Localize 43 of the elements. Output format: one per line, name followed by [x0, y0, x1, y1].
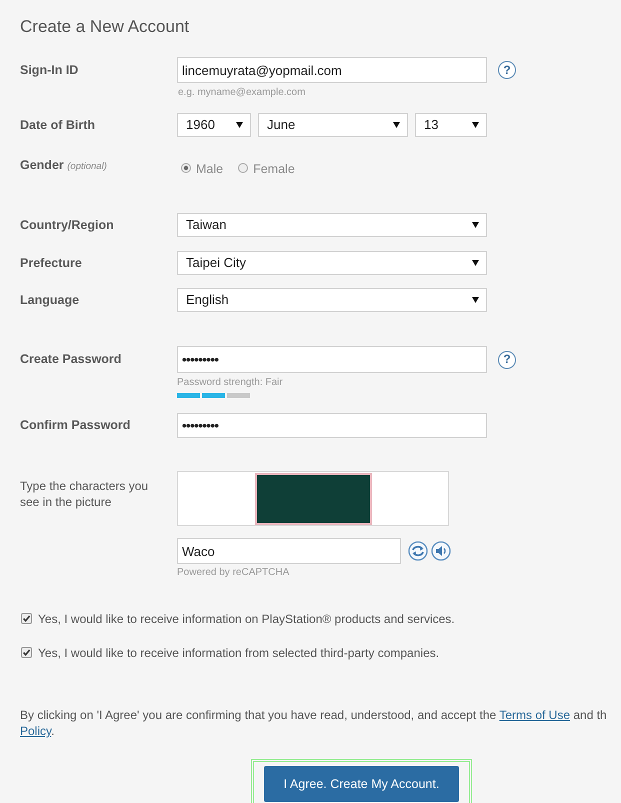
field-label: Type the characters you see in the picture: [20, 478, 150, 510]
dropdown[interactable]: June: [258, 113, 408, 137]
legal-link[interactable]: Terms of Use: [499, 708, 570, 722]
checkbox[interactable]: [21, 612, 32, 624]
submit-button[interactable]: I Agree. Create My Account.: [264, 766, 459, 802]
consent-text[interactable]: Yes, I would like to receive information from selected third-party companies.: [38, 646, 440, 660]
field-label: Confirm Password: [20, 417, 132, 434]
consent-text[interactable]: Yes, I would like to receive information on PlayStation® products and services.: [38, 612, 455, 626]
caret-icon: [472, 297, 479, 303]
field-hint: e.g. myname@example.com: [177, 87, 306, 99]
captcha-credit: Powered by reCAPTCHA: [177, 567, 290, 579]
dropdown[interactable]: 1960: [177, 113, 251, 137]
legal-notice: By clicking on 'I Agree' you are confirming that you have read, understood, and accept the Terms of Use and th Policy.: [20, 707, 607, 739]
legal-link[interactable]: Policy: [20, 724, 52, 738]
field-label: Sign-In ID: [20, 62, 80, 79]
help-button[interactable]: ?: [498, 350, 516, 368]
radio-button[interactable]: [181, 162, 191, 172]
caret-icon: [472, 222, 479, 228]
field-label: Gender (optional): [20, 157, 108, 174]
caret-icon: [236, 122, 243, 128]
captcha-input-field[interactable]: Waco: [177, 538, 401, 564]
field-label: Language: [20, 292, 80, 309]
dropdown[interactable]: English: [177, 288, 487, 312]
text-field[interactable]: lincemuyrata@yopmail.com: [177, 57, 487, 83]
dropdown[interactable]: Taipei City: [177, 251, 487, 275]
strength-label: Password strength: Fair: [177, 377, 284, 388]
field-label: Date of Birth: [20, 116, 96, 134]
page-title: Create a New Account: [20, 16, 190, 38]
password-field[interactable]: •••••••••: [177, 346, 487, 373]
help-button[interactable]: ?: [498, 61, 516, 79]
dropdown[interactable]: Taiwan: [177, 213, 487, 237]
field-label: Country/Region: [20, 216, 115, 234]
caret-icon: [472, 260, 479, 266]
caret-icon: [393, 122, 400, 128]
field-label: Prefecture: [20, 254, 83, 272]
checkbox[interactable]: [21, 646, 32, 658]
caret-icon: [472, 122, 479, 128]
speaker-icon[interactable]: [431, 541, 451, 561]
dropdown[interactable]: 13: [415, 113, 487, 137]
password-field[interactable]: •••••••••: [177, 413, 487, 438]
field-label: Create Password: [20, 351, 122, 368]
radio-button[interactable]: [238, 162, 248, 172]
refresh-icon[interactable]: [408, 541, 428, 561]
